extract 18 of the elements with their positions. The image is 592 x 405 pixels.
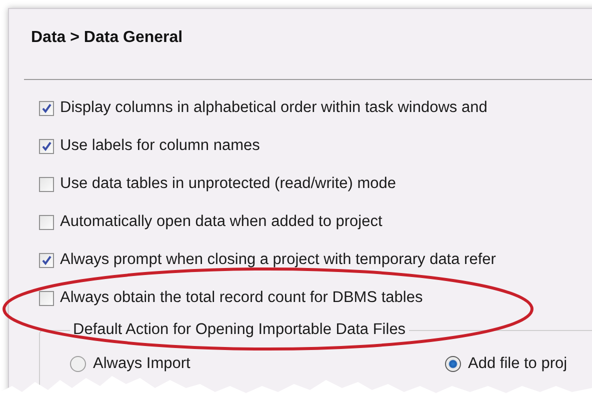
checkbox[interactable] [39,100,54,116]
option-label: Display columns in alphabetical order within task windows and [60,99,488,117]
option-label: Use data tables in unprotected (read/write) mode [60,175,396,193]
radio-button[interactable] [70,356,86,372]
checkbox[interactable] [39,214,54,230]
checkbox[interactable] [39,138,54,154]
group-legend: Default Action for Opening Importable Data Files [70,321,409,339]
checkbox[interactable] [39,290,54,306]
option-label: Automatically open data when added to project [60,213,382,231]
option-label: Use labels for column names [60,137,260,155]
radio-label: Add file to proj [468,355,568,373]
radio-button[interactable] [445,356,461,372]
option-label: Always obtain the total record count for DBMS tables [60,289,423,307]
panel-title: Data > Data General [30,28,184,48]
checkbox[interactable] [39,176,54,192]
checkbox[interactable] [39,252,54,268]
radio-label: Always Import [93,355,190,373]
option-label: Always prompt when closing a project with temporary data refer [60,251,496,269]
